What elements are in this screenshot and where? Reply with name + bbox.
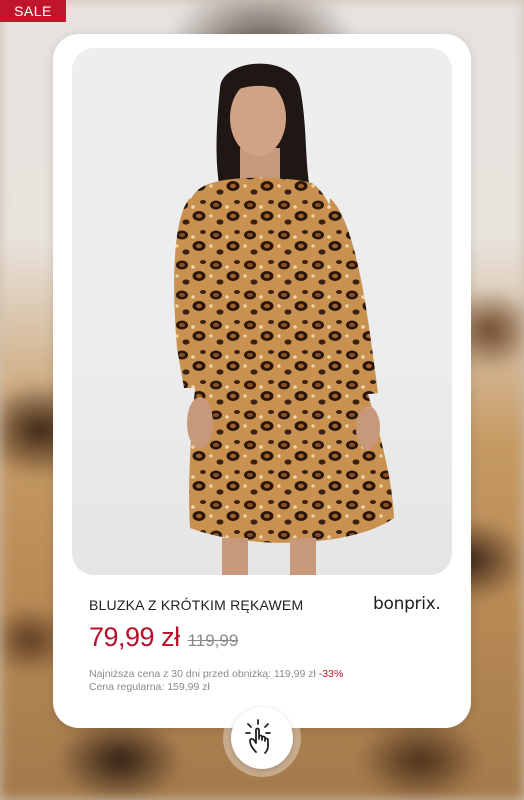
tap-hand-icon (245, 719, 271, 754)
lowest-price-text: Najniższa cena z 30 dni przed obniżką: 1… (89, 668, 316, 680)
product-name[interactable]: BLUZKA Z KRÓTKIM RĘKAWEM (89, 597, 303, 613)
price-row: 79,99 zł 119,99 (89, 622, 238, 653)
price-current: 79,99 zł (89, 622, 180, 652)
brand-logo: bonprix. (373, 594, 441, 614)
tap-cta-button[interactable] (231, 707, 293, 769)
product-card[interactable]: BLUZKA Z KRÓTKIM RĘKAWEM bonprix. 79,99 … (53, 34, 471, 728)
regular-price-text: Cena regularna: 159,99 zł (89, 681, 210, 693)
model-illustration (174, 63, 394, 575)
price-old: 119,99 (187, 631, 239, 650)
sale-badge-label: SALE (14, 3, 52, 19)
price-info: Najniższa cena z 30 dni przed obniżką: 1… (89, 668, 343, 694)
discount-badge: -33% (318, 668, 344, 680)
sale-badge: SALE (0, 0, 66, 22)
lowest-price-line: Najniższa cena z 30 dni przed obniżką: 1… (89, 668, 343, 681)
product-image[interactable] (72, 48, 452, 575)
